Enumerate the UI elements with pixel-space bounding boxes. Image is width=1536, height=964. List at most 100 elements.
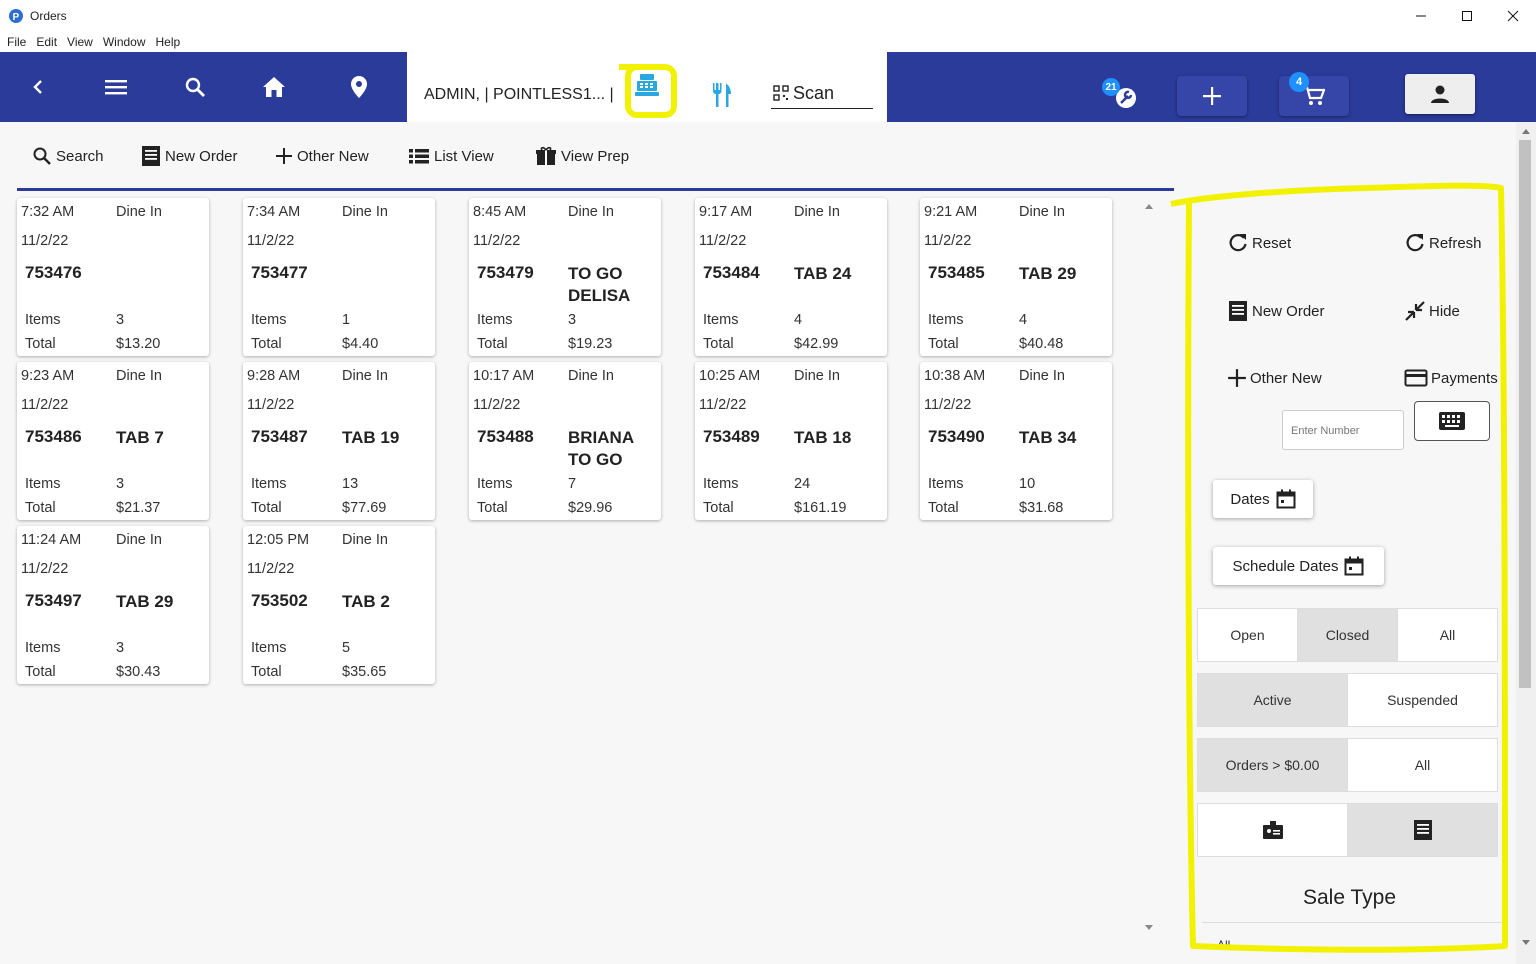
order-time: 7:34 AM <box>247 204 301 220</box>
card-view-option[interactable] <box>1198 804 1348 856</box>
order-card[interactable]: 8:45 AM Dine In 11/2/22 753479 TO GO DELISA I… <box>469 198 661 356</box>
restaurant-icon[interactable] <box>710 82 734 108</box>
order-total: $40.48 <box>1019 336 1064 352</box>
items-label: Items <box>251 640 287 656</box>
profile-button[interactable] <box>1405 74 1475 114</box>
cards-scrollbar[interactable] <box>1141 198 1157 936</box>
order-card[interactable]: 9:28 AM Dine In 11/2/22 753487 TAB 19 Items 13… <box>243 362 435 520</box>
order-date: 11/2/22 <box>247 233 295 249</box>
collapse-icon <box>1405 301 1425 321</box>
order-number-input[interactable]: Enter Number <box>1282 410 1404 450</box>
svg-text:P: P <box>13 12 20 23</box>
cart-button[interactable]: 4 <box>1279 72 1349 116</box>
order-total: $77.69 <box>342 500 387 516</box>
menu-window[interactable]: Window <box>103 35 146 49</box>
close-button[interactable] <box>1490 0 1536 32</box>
reset-button[interactable]: Reset <box>1227 232 1291 254</box>
payments-button[interactable]: Payments <box>1404 368 1498 388</box>
order-card[interactable]: 11:24 AM Dine In 11/2/22 753497 TAB 29 Items 3… <box>17 526 209 684</box>
scan-input[interactable]: Scan <box>771 81 873 109</box>
total-label: Total <box>703 336 734 352</box>
amount-positive-option[interactable]: Orders > $0.00 <box>1198 739 1348 791</box>
toolbar-list-view-button[interactable]: List View <box>408 144 494 168</box>
items-count: 3 <box>116 476 125 492</box>
keyboard-button[interactable] <box>1414 401 1490 441</box>
tools-button[interactable]: 21 <box>1102 78 1142 114</box>
items-label: Items <box>25 312 61 328</box>
order-card[interactable]: 10:25 AM Dine In 11/2/22 753489 TAB 18 Items 2… <box>695 362 887 520</box>
page-scrollbar[interactable] <box>1516 122 1536 964</box>
scroll-down-icon[interactable] <box>1516 936 1536 950</box>
menu-edit[interactable]: Edit <box>36 35 57 49</box>
items-label: Items <box>703 312 739 328</box>
cash-register-icon[interactable] <box>634 72 660 98</box>
order-type: Dine In <box>342 368 388 384</box>
total-label: Total <box>703 500 734 516</box>
add-button[interactable] <box>1177 76 1247 116</box>
toolbar-view-prep-label: View Prep <box>561 147 630 165</box>
back-button[interactable] <box>10 52 66 122</box>
order-total: $21.37 <box>116 500 161 516</box>
order-card[interactable]: 7:32 AM Dine In 11/2/22 753476 Items 3 Total $1… <box>17 198 209 356</box>
items-count: 24 <box>794 476 811 492</box>
order-total: $13.20 <box>116 336 161 352</box>
order-tab-name: BRIANA TO GO <box>568 428 634 469</box>
search-icon <box>33 147 51 165</box>
state-active-option[interactable]: Active <box>1198 674 1348 726</box>
order-date: 11/2/22 <box>699 397 747 413</box>
toolbar-search-button[interactable]: Search <box>32 144 104 168</box>
status-open-option[interactable]: Open <box>1198 609 1298 661</box>
scroll-up-icon[interactable] <box>1516 124 1536 138</box>
order-card[interactable]: 12:05 PM Dine In 11/2/22 753502 TAB 2 Items 5 T… <box>243 526 435 684</box>
order-card[interactable]: 9:23 AM Dine In 11/2/22 753486 TAB 7 Items 3 To… <box>17 362 209 520</box>
menu-button[interactable] <box>88 52 144 122</box>
credit-card-icon <box>1404 369 1428 387</box>
status-closed-option[interactable]: Closed <box>1298 609 1398 661</box>
dates-button[interactable]: Dates <box>1213 480 1313 518</box>
toolbar-view-prep-button[interactable]: View Prep <box>535 144 629 168</box>
order-card[interactable]: 10:38 AM Dine In 11/2/22 753490 TAB 34 Items 1… <box>920 362 1112 520</box>
scrollbar-thumb[interactable] <box>1519 140 1531 688</box>
status-all-option[interactable]: All <box>1398 609 1497 661</box>
search-button[interactable] <box>167 52 223 122</box>
list-icon <box>409 149 429 164</box>
items-count: 5 <box>342 640 351 656</box>
order-tab-name: TAB 29 <box>1019 264 1077 283</box>
order-card[interactable]: 9:17 AM Dine In 11/2/22 753484 TAB 24 Items 4 T… <box>695 198 887 356</box>
side-other-new-button[interactable]: Other New <box>1227 368 1322 388</box>
location-button[interactable] <box>331 52 387 122</box>
menu-help[interactable]: Help <box>156 35 181 49</box>
sale-type-select[interactable]: All <box>1202 922 1502 952</box>
order-card[interactable]: 7:34 AM Dine In 11/2/22 753477 Items 1 Total $4… <box>243 198 435 356</box>
order-number: 753486 <box>25 427 82 446</box>
order-time: 7:32 AM <box>21 204 75 220</box>
total-label: Total <box>477 500 508 516</box>
dates-label: Dates <box>1230 490 1270 508</box>
hide-button[interactable]: Hide <box>1404 300 1460 322</box>
order-number: 753490 <box>928 427 985 446</box>
maximize-button[interactable] <box>1444 0 1490 32</box>
list-view-option[interactable] <box>1348 804 1497 856</box>
toolbar-other-new-button[interactable]: Other New <box>275 144 369 168</box>
toolbar-new-order-button[interactable]: New Order <box>141 144 238 168</box>
side-new-order-button[interactable]: New Order <box>1227 300 1325 322</box>
order-time: 10:17 AM <box>473 368 535 384</box>
qr-code-icon <box>773 85 789 101</box>
order-time: 10:25 AM <box>699 368 761 384</box>
order-type: Dine In <box>116 532 162 548</box>
schedule-dates-button[interactable]: Schedule Dates <box>1213 547 1384 585</box>
order-card[interactable]: 9:21 AM Dine In 11/2/22 753485 TAB 29 Items 4 T… <box>920 198 1112 356</box>
minimize-button[interactable] <box>1398 0 1444 32</box>
menu-file[interactable]: File <box>7 35 26 49</box>
home-button[interactable] <box>246 52 302 122</box>
order-type: Dine In <box>794 368 840 384</box>
order-tab-name: TAB 29 <box>116 592 174 611</box>
gift-icon <box>536 146 556 165</box>
order-card[interactable]: 10:17 AM Dine In 11/2/22 753488 BRIANA TO GO… <box>469 362 661 520</box>
order-date: 11/2/22 <box>247 561 295 577</box>
order-total: $161.19 <box>794 500 847 516</box>
state-suspended-option[interactable]: Suspended <box>1348 674 1497 726</box>
refresh-button[interactable]: Refresh <box>1404 232 1482 254</box>
menu-view[interactable]: View <box>67 35 93 49</box>
amount-all-option[interactable]: All <box>1348 739 1497 791</box>
